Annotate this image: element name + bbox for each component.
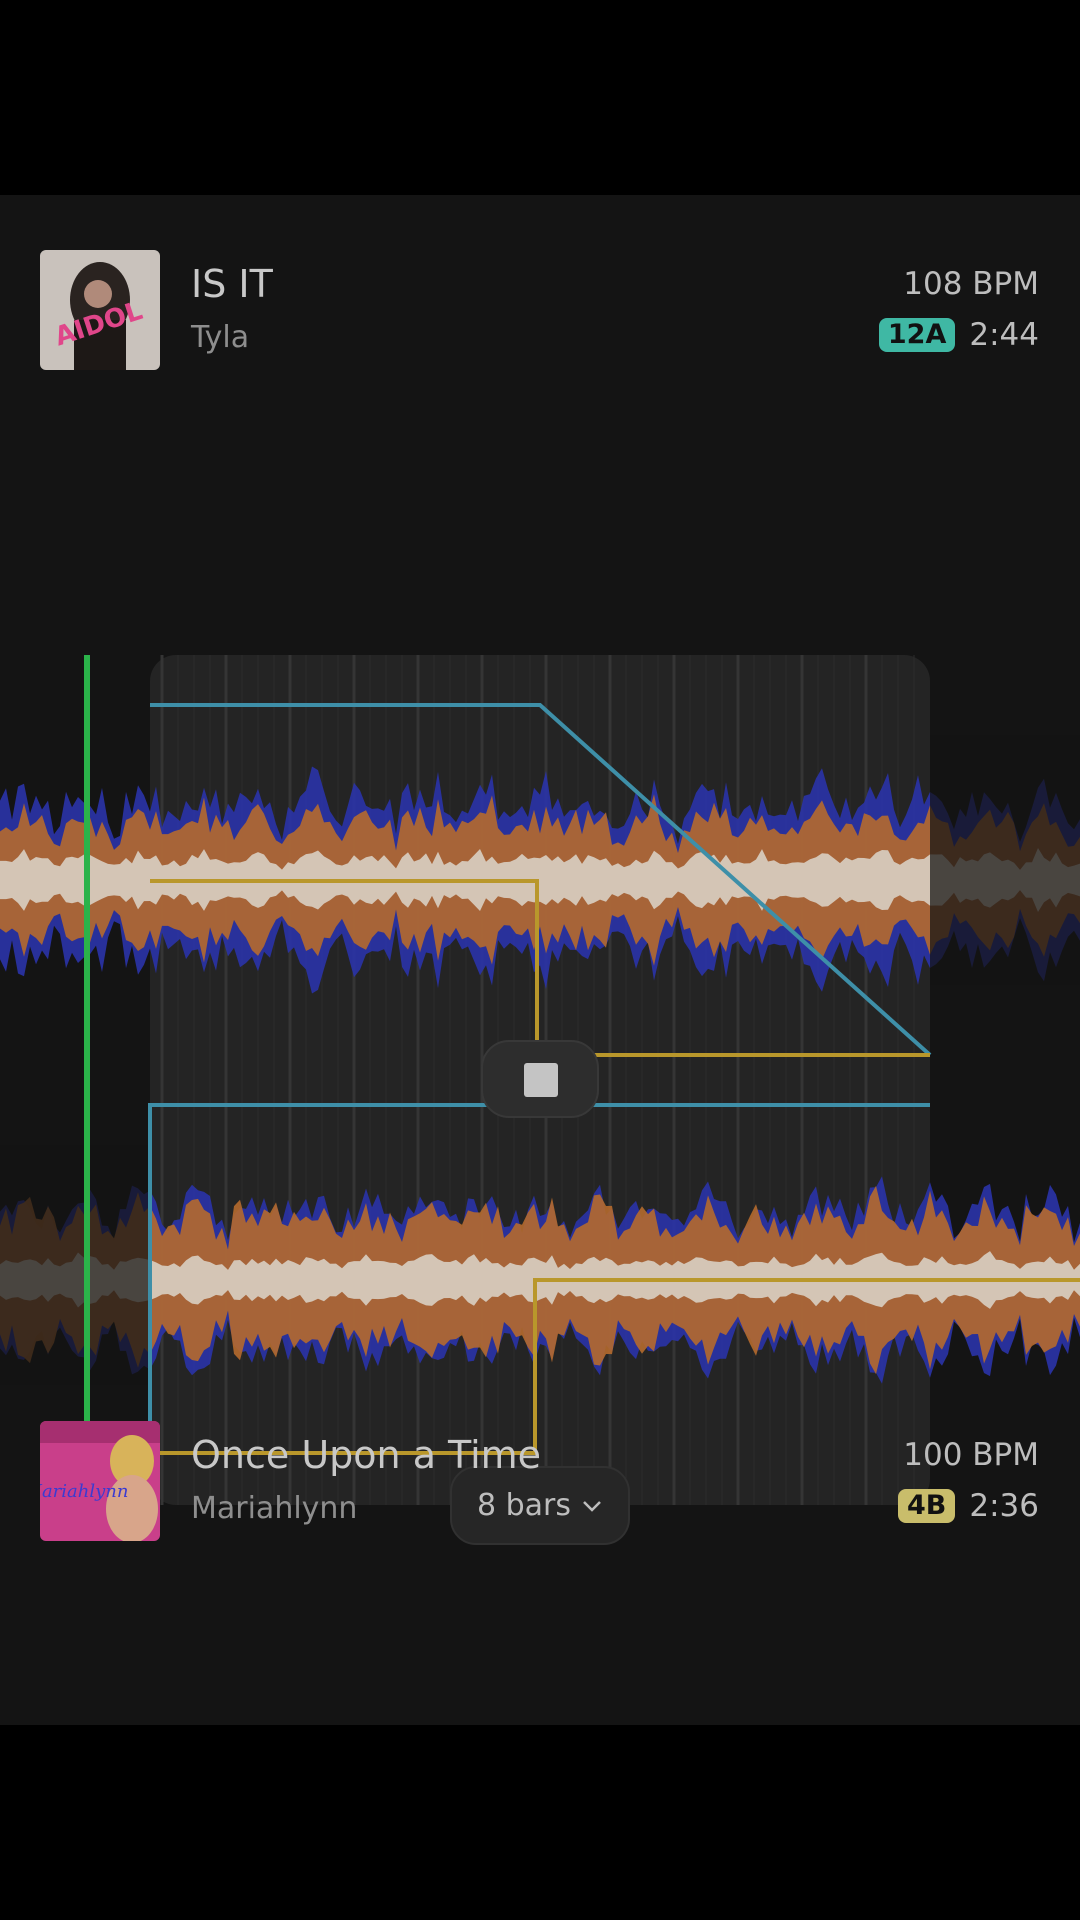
track-title: Once Upon a Time xyxy=(191,1433,542,1477)
track-bpm: 108 BPM xyxy=(903,266,1039,302)
deck-b-track-header[interactable]: Mariahlynn Once Upon a Time Mariahlynn 1… xyxy=(0,1421,1080,1541)
track-duration: 2:44 xyxy=(969,317,1039,353)
track-duration: 2:36 xyxy=(969,1488,1039,1524)
deck-a-track-header[interactable]: AIDOL IS IT Tyla 108 BPM 12A 2:44 xyxy=(0,250,1080,370)
track-bpm: 100 BPM xyxy=(903,1437,1039,1473)
album-art-icon: Mariahlynn xyxy=(40,1421,160,1541)
track-artist: Tyla xyxy=(191,320,250,355)
track-artist: Mariahlynn xyxy=(191,1491,358,1526)
key-badge: 4B xyxy=(898,1489,956,1523)
track-title: IS IT xyxy=(191,262,273,306)
app-screen: AIDOL IS IT Tyla 108 BPM 12A 2:44 8 bars… xyxy=(0,195,1080,1725)
track-meta: 4B 2:36 xyxy=(898,1488,1039,1524)
stop-button[interactable] xyxy=(481,1040,599,1118)
stop-icon xyxy=(524,1063,558,1097)
svg-text:Mariahlynn: Mariahlynn xyxy=(40,1481,128,1502)
key-badge: 12A xyxy=(878,318,956,352)
track-meta: 12A 2:44 xyxy=(878,317,1039,353)
playhead[interactable] xyxy=(84,655,90,1505)
album-art-icon: AIDOL xyxy=(40,250,160,370)
